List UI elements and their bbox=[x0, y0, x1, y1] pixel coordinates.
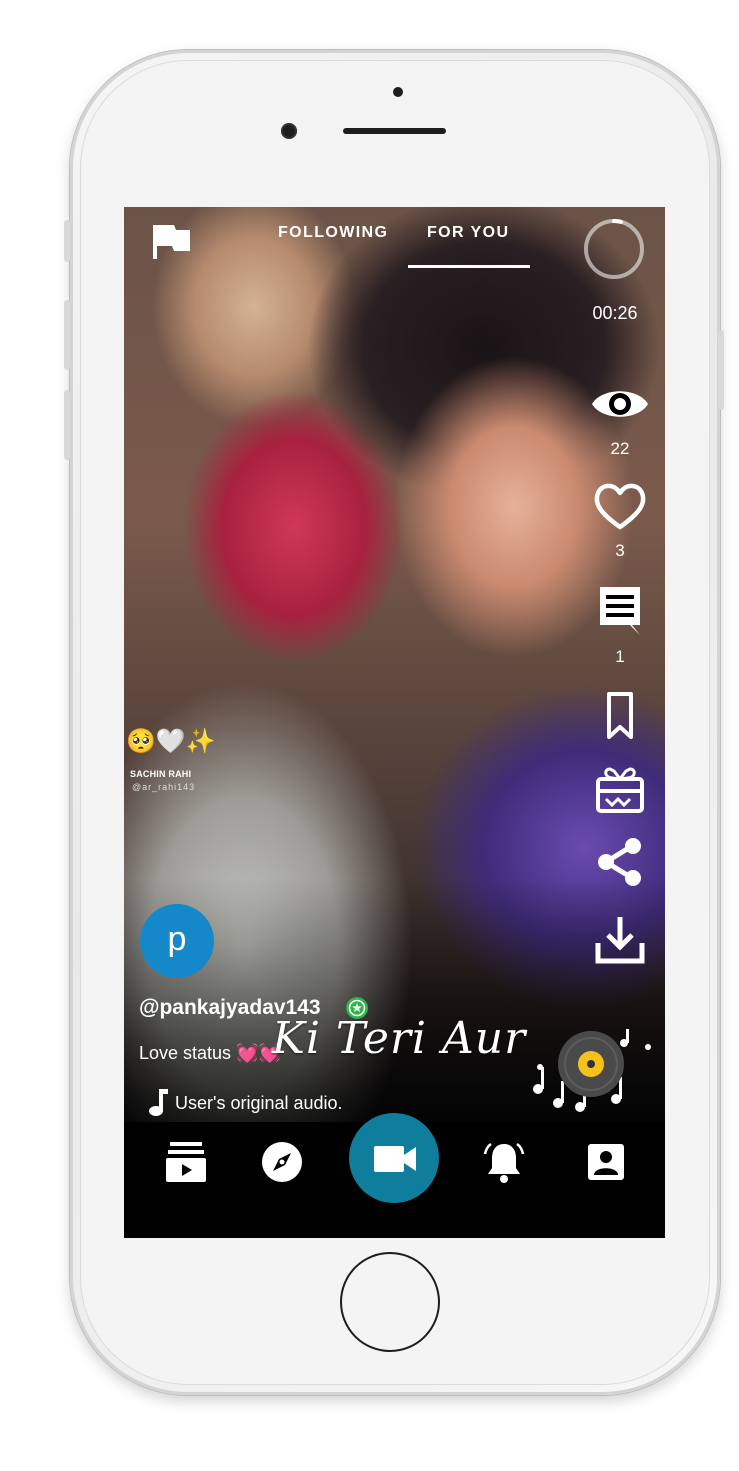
video-progress-ring bbox=[584, 219, 644, 279]
compass-icon[interactable] bbox=[260, 1140, 304, 1184]
flag-icon[interactable] bbox=[150, 221, 192, 263]
app-screen: FOLLOWING FOR YOU 00:26 22 3 1 🥺🤍✨ SACHI… bbox=[124, 207, 665, 1238]
active-tab-indicator bbox=[408, 265, 530, 268]
likes-count: 3 bbox=[615, 541, 625, 560]
watermark-name: SACHIN RAHI bbox=[130, 769, 192, 779]
video-camera-icon bbox=[374, 1146, 416, 1172]
share-icon[interactable] bbox=[590, 837, 650, 887]
watermark-handle: @ar_rahi143 bbox=[132, 782, 196, 792]
music-note-icon bbox=[149, 1089, 168, 1116]
bookmark-icon[interactable] bbox=[590, 691, 650, 741]
tab-following[interactable]: FOLLOWING bbox=[278, 224, 388, 242]
views-count: 22 bbox=[610, 439, 630, 458]
caption: Love status 💓💓 bbox=[139, 1043, 281, 1064]
home-button[interactable] bbox=[340, 1252, 440, 1352]
comment-icon[interactable] bbox=[590, 585, 650, 635]
avatar[interactable]: p bbox=[140, 904, 214, 978]
video-list-icon[interactable] bbox=[164, 1140, 208, 1184]
proximity-sensor bbox=[393, 87, 403, 97]
side-button-volume-down bbox=[64, 390, 70, 460]
lyric-overlay: Ki Teri Aur bbox=[272, 1013, 527, 1064]
audio-name[interactable]: User's original audio. bbox=[175, 1093, 343, 1114]
tab-for-you[interactable]: FOR YOU bbox=[427, 224, 509, 242]
bell-icon[interactable] bbox=[482, 1140, 526, 1184]
profile-icon[interactable] bbox=[584, 1140, 628, 1184]
audio-disc-icon[interactable] bbox=[556, 1029, 626, 1099]
caption-text: Love status bbox=[139, 1043, 232, 1063]
download-icon[interactable] bbox=[590, 915, 650, 965]
side-button-volume-up bbox=[64, 300, 70, 370]
emoji-sticker: 🥺🤍✨ bbox=[126, 728, 216, 755]
front-camera bbox=[281, 123, 297, 139]
comments-count: 1 bbox=[615, 647, 625, 666]
gift-icon[interactable] bbox=[590, 765, 650, 815]
eye-icon[interactable] bbox=[590, 379, 650, 429]
video-timer: 00:26 bbox=[592, 303, 638, 323]
side-button-mute bbox=[64, 220, 70, 262]
heart-icon[interactable] bbox=[590, 481, 650, 531]
earpiece-speaker bbox=[343, 128, 446, 134]
side-button-power bbox=[718, 330, 724, 410]
